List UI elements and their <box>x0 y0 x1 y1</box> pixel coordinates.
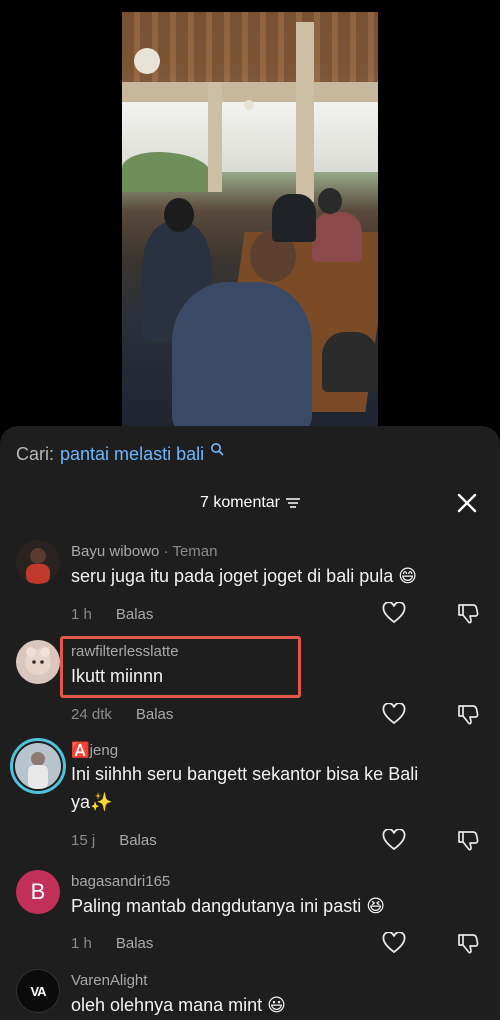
comment-username[interactable]: VarenAlight <box>71 972 147 989</box>
comment-item: B bagasandri165 Paling mantab dangdutany… <box>0 870 500 960</box>
comment-item: 🅰️jeng Ini siihhh seru bangett sekantor … <box>0 738 500 858</box>
avatar[interactable] <box>16 540 60 584</box>
comment-time: 24 dtk <box>71 706 112 723</box>
sort-filter-icon[interactable] <box>286 497 301 509</box>
video-lamp <box>134 48 160 74</box>
search-label: Cari: <box>16 444 55 464</box>
reply-button[interactable]: Balas <box>119 832 157 849</box>
comment-text: Ini siihhh seru bangett sekantor bisa ke… <box>71 764 419 812</box>
user-avatar-image <box>16 640 60 684</box>
like-icon[interactable] <box>382 703 406 725</box>
video-lamp <box>244 100 254 110</box>
search-query-link[interactable]: pantai melasti bali <box>60 444 204 465</box>
avatar[interactable]: B <box>16 870 60 914</box>
video-person-head <box>318 188 342 214</box>
dislike-icon[interactable] <box>456 702 480 726</box>
comments-count-header[interactable]: 7 komentar <box>0 494 500 512</box>
comment-time: 15 j <box>71 832 96 849</box>
like-icon[interactable] <box>382 602 406 624</box>
user-avatar-image <box>15 743 61 789</box>
like-icon[interactable] <box>382 932 406 954</box>
video-player[interactable] <box>0 0 500 426</box>
comment-item: VA VarenAlight oleh olehnya mana mint 😃 <box>0 969 500 1020</box>
avatar[interactable] <box>10 738 66 794</box>
dislike-icon[interactable] <box>456 601 480 625</box>
comment-username[interactable]: 🅰️jeng <box>71 741 118 759</box>
comment-time: 1 h <box>71 606 92 623</box>
close-icon[interactable] <box>456 492 478 514</box>
comment-username[interactable]: Bayu wibowo · Teman <box>71 543 217 560</box>
reply-button[interactable]: Balas <box>136 706 174 723</box>
comment-item: Bayu wibowo · Teman seru juga itu pada j… <box>0 540 500 630</box>
avatar[interactable] <box>16 640 60 684</box>
comment-text: seru juga itu pada joget joget di bali p… <box>71 566 417 586</box>
like-icon[interactable] <box>382 829 406 851</box>
search-suggestion[interactable]: Cari: pantai melasti bali <box>16 442 224 465</box>
comment-text: Paling mantab dangdutanya ini pasti 😆 <box>71 896 385 916</box>
username-text[interactable]: Bayu wibowo <box>71 543 159 560</box>
user-avatar-image <box>16 540 60 584</box>
video-bag <box>322 332 378 392</box>
video-person <box>172 282 312 426</box>
video-person-head <box>164 198 194 232</box>
video-person <box>272 194 316 242</box>
reply-button[interactable]: Balas <box>116 606 154 623</box>
comments-count: 7 komentar <box>199 494 281 511</box>
comment-meta: 1 h Balas <box>71 606 153 623</box>
comment-username[interactable]: bagasandri165 <box>71 873 170 890</box>
reply-button[interactable]: Balas <box>116 935 154 952</box>
video-pillar <box>208 82 222 192</box>
comment-text: oleh olehnya mana mint 😃 <box>71 995 286 1015</box>
highlight-annotation-box <box>60 636 301 698</box>
friend-tag: · Teman <box>163 543 218 560</box>
comment-meta: 24 dtk Balas <box>71 706 173 723</box>
dislike-icon[interactable] <box>456 931 480 955</box>
video-beam <box>122 82 378 102</box>
comment-meta: 1 h Balas <box>71 935 153 952</box>
avatar[interactable]: VA <box>16 969 60 1013</box>
video-frame[interactable] <box>122 12 378 426</box>
video-pillar <box>296 22 314 202</box>
comments-sheet: Cari: pantai melasti bali 7 komentar Bay… <box>0 426 500 1020</box>
comment-meta: 15 j Balas <box>71 832 157 849</box>
video-person <box>312 212 362 262</box>
comment-time: 1 h <box>71 935 92 952</box>
search-icon <box>211 442 224 456</box>
dislike-icon[interactable] <box>456 828 480 852</box>
